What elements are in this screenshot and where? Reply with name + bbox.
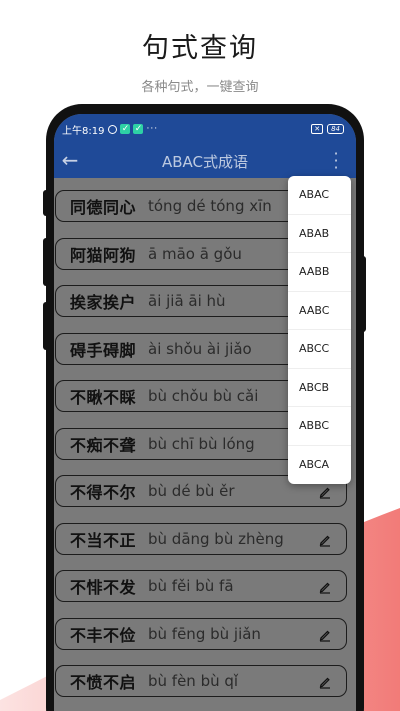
idiom-text: 不当不正 — [70, 531, 137, 550]
idiom-pinyin: bù fěi bù fā — [148, 577, 234, 595]
idiom-text: 不得不尔 — [70, 483, 137, 502]
idiom-text: 挨家挨户 — [70, 293, 137, 312]
sim-icon: ✕ — [311, 124, 324, 134]
list-item[interactable]: 不当不正 bù dāng bù zhèng — [55, 523, 347, 555]
page-title: 句式查询 — [142, 33, 258, 64]
idiom-text: 不悱不发 — [70, 578, 137, 597]
more-dots-icon: ··· — [146, 124, 159, 134]
list-item[interactable]: 不愤不启 bù fèn bù qǐ — [55, 665, 347, 697]
idiom-text: 碍手碍脚 — [70, 341, 137, 360]
menu-item[interactable]: AABC — [288, 292, 351, 330]
shield-icon: ✓ — [120, 124, 131, 134]
pencil-icon[interactable] — [318, 579, 332, 594]
menu-item[interactable]: ABAC — [288, 176, 351, 215]
list-item[interactable]: 不丰不俭 bù fēng bù jiǎn — [55, 618, 347, 650]
pencil-icon[interactable] — [318, 532, 332, 547]
status-bar: 上午8:19 ✓ ✓ ··· ✕ 84 — [54, 114, 356, 144]
alarm-icon — [108, 124, 118, 134]
menu-item[interactable]: ABCC — [288, 330, 351, 369]
menu-item[interactable]: ABAB — [288, 215, 351, 253]
arrow-left-icon[interactable]: ← — [58, 148, 82, 172]
menu-item[interactable]: ABCA — [288, 446, 351, 485]
app-bar: ← ABAC式成语 · · · — [54, 144, 356, 178]
phone-side-button — [43, 302, 49, 350]
idiom-text: 不愤不启 — [70, 673, 137, 692]
phone-side-button — [360, 256, 366, 332]
idiom-text: 同德同心 — [70, 198, 137, 217]
list-item[interactable]: 不悱不发 bù fěi bù fā — [55, 570, 347, 602]
shield-icon: ✓ — [133, 124, 144, 134]
battery-icon: 84 — [327, 124, 344, 134]
page-subtitle: 各种句式，一键查询 — [141, 80, 259, 95]
status-time: 上午8:19 — [62, 125, 105, 137]
idiom-text: 不丰不俭 — [70, 626, 137, 645]
pencil-icon[interactable] — [318, 674, 332, 689]
menu-item[interactable]: ABBC — [288, 407, 351, 446]
idiom-pinyin: bù fēng bù jiǎn — [148, 625, 261, 643]
vertical-dots-icon[interactable]: · · · — [330, 146, 342, 176]
idiom-pinyin: bù dé bù ěr — [148, 482, 235, 500]
pencil-icon[interactable] — [318, 627, 332, 642]
pencil-icon[interactable] — [318, 484, 332, 499]
app-bar-title: ABAC式成语 — [161, 152, 249, 171]
idiom-pinyin: bù fèn bù qǐ — [148, 672, 239, 690]
menu-item[interactable]: ABCB — [288, 369, 351, 407]
phone-side-button — [43, 238, 49, 286]
menu-item[interactable]: AABB — [288, 253, 351, 292]
idiom-text: 阿猫阿狗 — [70, 246, 137, 265]
idiom-pinyin: bù dāng bù zhèng — [148, 530, 284, 548]
phone-side-button — [43, 190, 49, 216]
idiom-text: 不痴不聋 — [70, 436, 137, 455]
pattern-menu: ABAC ABAB AABB AABC ABCC ABCB ABBC ABCA — [288, 176, 351, 484]
idiom-text: 不瞅不睬 — [70, 388, 137, 407]
